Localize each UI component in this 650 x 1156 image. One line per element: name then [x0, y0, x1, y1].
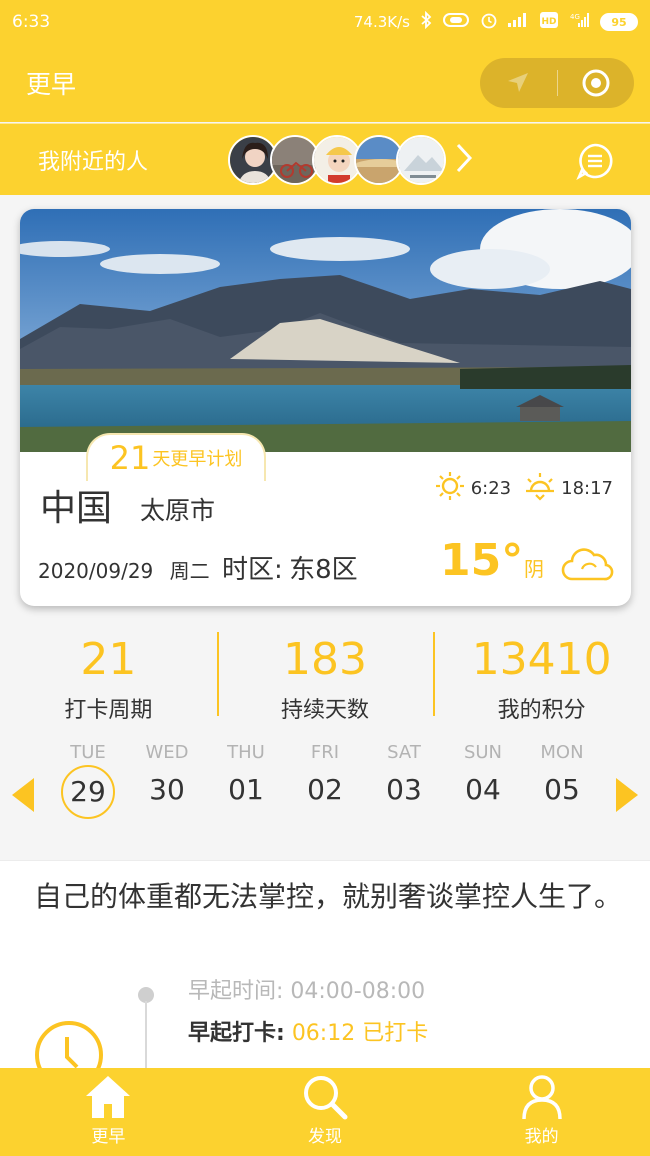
temperature: 15°	[440, 535, 524, 586]
bluetooth-icon	[420, 10, 432, 33]
checkin-label: 早起打卡:	[188, 1021, 285, 1046]
city-label: 太原市	[140, 496, 216, 525]
prev-week-icon[interactable]	[12, 778, 36, 816]
tab-label: 更早	[91, 1127, 126, 1147]
day-number: 05	[544, 773, 580, 806]
stat-value: 13410	[471, 634, 612, 685]
message-icon[interactable]	[576, 142, 614, 184]
timeline-line	[145, 1001, 147, 1071]
status-icons: 74.3K/s HD 4G 95	[353, 10, 638, 33]
status-bar: 6:33 74.3K/s HD 4G 95	[0, 0, 650, 44]
week-strip: TUE 29 WED 30 THU 01 FRI 02 SAT 03 SUN 0…	[0, 742, 650, 826]
mini-program-capsule	[480, 58, 634, 108]
network-type-icon: 4G	[568, 13, 590, 31]
home-icon	[86, 1076, 131, 1118]
weekday-value: 周二	[169, 559, 210, 583]
nearby-people-bar[interactable]: 我附近的人	[0, 123, 650, 195]
sunrise-icon	[433, 471, 467, 506]
stat-streak: 183 持续天数	[216, 630, 434, 726]
chevron-right-icon[interactable]	[454, 141, 474, 179]
day-item-selected[interactable]: TUE 29	[58, 742, 118, 819]
alarm-icon	[480, 11, 498, 33]
bottom-tab-bar: 更早 发现 我的	[0, 1068, 650, 1156]
svg-text:4G: 4G	[570, 13, 580, 21]
tab-home[interactable]: 更早	[0, 1068, 217, 1156]
checkin-time: 06:12 已打卡	[291, 1021, 429, 1046]
weather-condition: 阴	[524, 557, 544, 581]
signal-icon	[508, 13, 530, 31]
day-number: 29	[61, 765, 115, 819]
battery-icon: 95	[600, 13, 638, 31]
stat-label: 持续天数	[281, 698, 370, 723]
target-circle-icon	[582, 69, 610, 97]
country-label: 中国	[40, 488, 113, 529]
plan-text: 天更早计划	[152, 449, 243, 470]
avatar[interactable]	[396, 134, 446, 185]
user-icon	[521, 1075, 562, 1120]
day-number: 03	[386, 773, 422, 806]
tab-label: 发现	[308, 1127, 342, 1147]
day-item[interactable]: FRI 02	[295, 742, 355, 806]
location-arrow-icon	[508, 73, 529, 92]
close-miniapp-button[interactable]	[558, 58, 635, 108]
svg-text:HD: HD	[541, 17, 556, 27]
daily-section: 自己的体重都无法掌控，就别奢谈掌控人生了。 早起时间: 04:00-08:00 …	[0, 860, 650, 1089]
day-of-week: SAT	[387, 742, 421, 763]
nearby-avatars[interactable]	[228, 134, 446, 185]
nearby-label: 我附近的人	[38, 149, 149, 175]
network-speed: 74.3K/s	[353, 13, 410, 31]
day-number: 01	[228, 773, 264, 806]
day-item[interactable]: SAT 03	[374, 742, 434, 806]
cloud-icon	[560, 545, 614, 589]
stats-row: 21 打卡周期 183 持续天数 13410 我的积分	[0, 630, 650, 726]
timezone-label: 时区:	[222, 555, 283, 585]
stat-value: 21	[80, 634, 137, 685]
sun-times: 6:23 18:17	[433, 471, 613, 506]
date-line: 2020/09/29 周二 时区: 东8区	[38, 549, 358, 586]
vibrate-icon	[442, 12, 470, 32]
day-item[interactable]: MON 05	[532, 742, 592, 806]
location-weather-card[interactable]: 21 天更早计划 中国 太原市 6:23 18:17 2020/09/29 周二…	[20, 209, 631, 606]
plan-badge: 21 天更早计划	[86, 433, 266, 481]
stat-points[interactable]: 13410 我的积分	[433, 630, 650, 726]
landscape-banner-image	[20, 209, 631, 452]
day-number: 02	[307, 773, 343, 806]
stat-cycle: 21 打卡周期	[0, 630, 217, 726]
checkin-status: 早起打卡: 06:12 已打卡	[188, 1015, 428, 1047]
day-of-week: THU	[227, 742, 265, 763]
day-number: 04	[465, 773, 501, 806]
app-title: 更早	[26, 70, 77, 99]
day-item[interactable]: WED 30	[137, 742, 197, 806]
tab-discover[interactable]: 发现	[217, 1068, 434, 1156]
search-icon	[304, 1076, 348, 1120]
day-of-week: TUE	[70, 742, 106, 763]
daily-quote: 自己的体重都无法掌控，就别奢谈掌控人生了。	[34, 880, 623, 913]
wake-time-range: 早起时间: 04:00-08:00	[188, 979, 426, 1004]
day-of-week: WED	[145, 742, 189, 763]
hd-icon: HD	[540, 12, 558, 32]
next-week-icon[interactable]	[614, 778, 638, 816]
day-number: 30	[149, 773, 185, 806]
stat-value: 183	[283, 634, 367, 685]
day-item[interactable]: SUN 04	[453, 742, 513, 806]
sunrise-time: 6:23	[470, 478, 512, 499]
location-button[interactable]	[480, 58, 557, 108]
stat-label: 打卡周期	[64, 698, 153, 723]
day-of-week: MON	[540, 742, 584, 763]
sunset-time: 18:17	[561, 478, 613, 499]
tab-label: 我的	[524, 1127, 559, 1147]
timezone-value: 东8区	[289, 555, 358, 585]
plan-days: 21	[109, 439, 151, 477]
day-of-week: FRI	[310, 742, 340, 763]
tab-profile[interactable]: 我的	[433, 1068, 650, 1156]
day-of-week: SUN	[463, 742, 503, 763]
day-item[interactable]: THU 01	[216, 742, 276, 806]
date-value: 2020/09/29	[38, 559, 154, 583]
stat-label: 我的积分	[497, 698, 586, 723]
app-bar: 更早	[0, 44, 650, 122]
sunset-icon	[523, 471, 557, 506]
status-time: 6:33	[12, 12, 51, 32]
